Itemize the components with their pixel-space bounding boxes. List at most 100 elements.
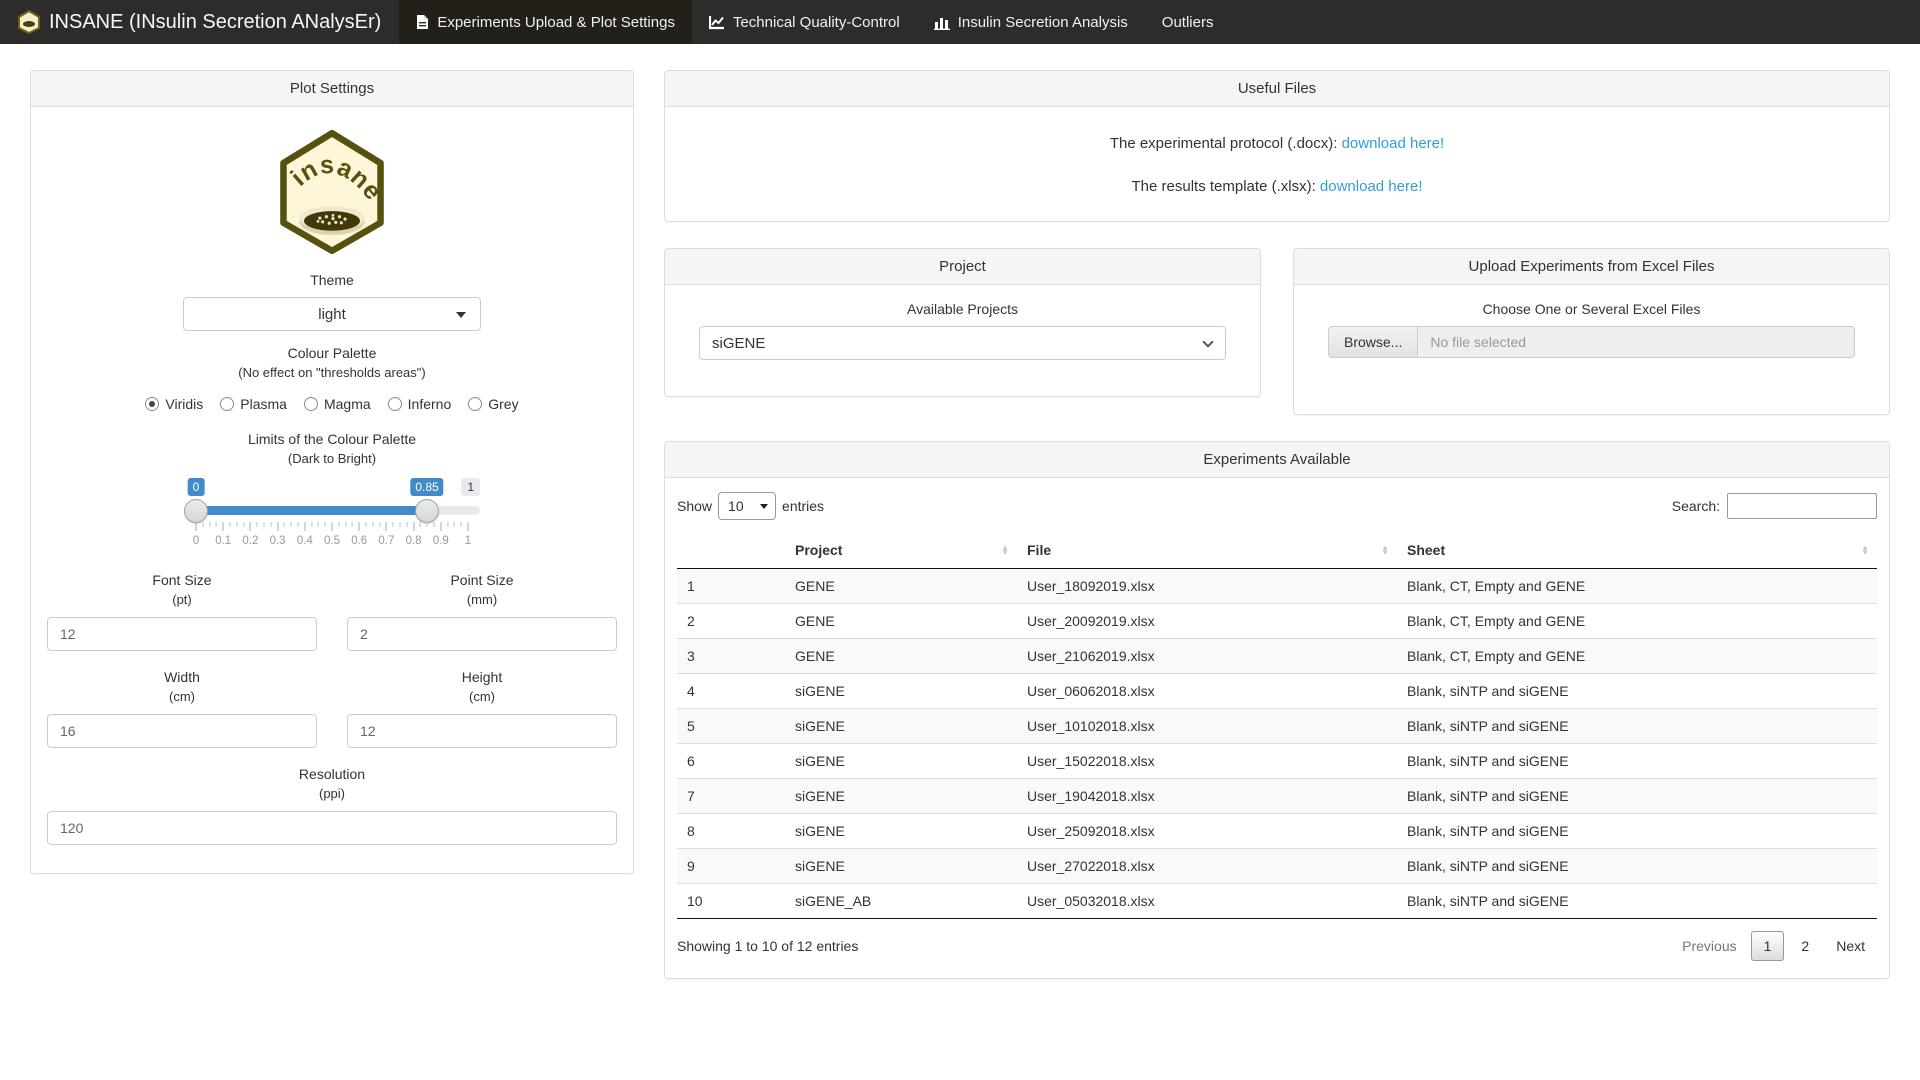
protocol-text: The experimental protocol (.docx): <box>1110 135 1342 152</box>
palette-option-inferno[interactable]: Inferno <box>388 396 452 412</box>
tab-label: Technical Quality-Control <box>733 14 900 31</box>
slider-tick <box>291 522 292 527</box>
insane-logo-icon <box>18 10 40 34</box>
table-cell: siGENE <box>785 814 1017 849</box>
palette-label: Colour Palette <box>47 345 617 361</box>
palette-options: Viridis Plasma Magma Inferno Grey <box>47 396 617 412</box>
previous-page-button[interactable]: Previous <box>1670 932 1748 960</box>
plot-settings-title: Plot Settings <box>31 71 633 107</box>
point-size-input[interactable] <box>347 617 617 651</box>
chevron-down-icon <box>456 312 466 318</box>
table-cell: User_06062018.xlsx <box>1017 674 1397 709</box>
limits-sublabel: (Dark to Bright) <box>47 451 617 466</box>
insane-hex-logo: insane <box>47 129 617 258</box>
slider-tick-label: 0.6 <box>351 535 367 547</box>
choose-files-label: Choose One or Several Excel Files <box>1328 301 1855 317</box>
column-header-index <box>677 532 785 569</box>
project-panel: Project Available Projects siGENE <box>664 248 1261 397</box>
slider-bar[interactable] <box>196 506 428 515</box>
point-size-label: Point Size <box>347 572 617 588</box>
width-unit: (cm) <box>47 689 317 704</box>
table-cell: 5 <box>677 709 785 744</box>
experiments-panel: Experiments Available Show 10 entries Se… <box>664 441 1890 979</box>
table-row[interactable]: 10siGENE_ABUser_05032018.xlsxBlank, siNT… <box>677 884 1877 919</box>
table-cell: User_15022018.xlsx <box>1017 744 1397 779</box>
column-header-sheet[interactable]: Sheet▲▼ <box>1397 532 1877 569</box>
slider-tick-label: 0.9 <box>433 535 449 547</box>
browse-button[interactable]: Browse... <box>1328 326 1418 358</box>
radio-icon <box>388 397 402 411</box>
slider-tick <box>202 522 203 527</box>
point-size-unit: (mm) <box>347 592 617 607</box>
table-row[interactable]: 2GENEUser_20092019.xlsxBlank, CT, Empty … <box>677 604 1877 639</box>
tab-label: Outliers <box>1162 14 1214 31</box>
table-cell: siGENE_AB <box>785 884 1017 919</box>
table-cell: 2 <box>677 604 785 639</box>
template-download-link[interactable]: download here! <box>1320 178 1423 195</box>
palette-option-viridis[interactable]: Viridis <box>145 396 203 412</box>
font-size-input[interactable] <box>47 617 317 651</box>
table-row[interactable]: 9siGENEUser_27022018.xlsxBlank, siNTP an… <box>677 849 1877 884</box>
radio-label: Grey <box>488 396 518 412</box>
page-button-2[interactable]: 2 <box>1788 931 1822 961</box>
table-row[interactable]: 4siGENEUser_06062018.xlsxBlank, siNTP an… <box>677 674 1877 709</box>
column-label: File <box>1027 542 1051 558</box>
height-input[interactable] <box>347 714 617 748</box>
slider-tick <box>393 522 394 527</box>
table-row[interactable]: 1GENEUser_18092019.xlsxBlank, CT, Empty … <box>677 569 1877 604</box>
table-row[interactable]: 5siGENEUser_10102018.xlsxBlank, siNTP an… <box>677 709 1877 744</box>
table-row[interactable]: 6siGENEUser_15022018.xlsxBlank, siNTP an… <box>677 744 1877 779</box>
template-text: The results template (.xlsx): <box>1132 178 1320 195</box>
exp-table-body: 1GENEUser_18092019.xlsxBlank, CT, Empty … <box>677 569 1877 919</box>
tab-insulin-secretion-analysis[interactable]: Insulin Secretion Analysis <box>917 0 1145 44</box>
slider-tick-label: 0.4 <box>297 535 313 547</box>
table-cell: User_27022018.xlsx <box>1017 849 1397 884</box>
slider-tick <box>230 522 231 527</box>
tab-outliers[interactable]: Outliers <box>1145 0 1231 44</box>
page-length-select[interactable]: 10 <box>718 492 776 520</box>
table-row[interactable]: 8siGENEUser_25092018.xlsxBlank, siNTP an… <box>677 814 1877 849</box>
table-cell: User_05032018.xlsx <box>1017 884 1397 919</box>
font-size-label: Font Size <box>47 572 317 588</box>
radio-label: Viridis <box>165 396 203 412</box>
resolution-input[interactable] <box>47 811 617 845</box>
column-header-file[interactable]: File▲▼ <box>1017 532 1397 569</box>
table-cell: User_18092019.xlsx <box>1017 569 1397 604</box>
theme-label: Theme <box>47 272 617 288</box>
table-cell: GENE <box>785 604 1017 639</box>
next-page-button[interactable]: Next <box>1824 932 1877 960</box>
search-input[interactable] <box>1727 493 1877 519</box>
theme-select[interactable]: light <box>183 297 481 331</box>
width-input[interactable] <box>47 714 317 748</box>
project-select[interactable]: siGENE <box>699 326 1226 360</box>
palette-option-magma[interactable]: Magma <box>304 396 371 412</box>
table-row[interactable]: 3GENEUser_21062019.xlsxBlank, CT, Empty … <box>677 639 1877 674</box>
table-cell: User_20092019.xlsx <box>1017 604 1397 639</box>
table-row[interactable]: 7siGENEUser_19042018.xlsxBlank, siNTP an… <box>677 779 1877 814</box>
table-cell: User_25092018.xlsx <box>1017 814 1397 849</box>
slider-tick <box>209 522 210 527</box>
slider-tick <box>216 522 217 527</box>
table-cell: GENE <box>785 639 1017 674</box>
slider-tick <box>413 522 414 531</box>
table-cell: 9 <box>677 849 785 884</box>
width-label: Width <box>47 669 317 685</box>
palette-option-grey[interactable]: Grey <box>468 396 518 412</box>
pagination: Previous 12 Next <box>1670 932 1877 960</box>
chevron-down-icon <box>760 504 768 509</box>
column-header-project[interactable]: Project▲▼ <box>785 532 1017 569</box>
palette-option-plasma[interactable]: Plasma <box>220 396 287 412</box>
slider-handle-from[interactable] <box>184 499 208 523</box>
page-button-1[interactable]: 1 <box>1751 931 1785 961</box>
slider-tick <box>325 522 326 527</box>
radio-icon <box>468 397 482 411</box>
slider-tick-label: 0.3 <box>270 535 286 547</box>
upload-title: Upload Experiments from Excel Files <box>1294 249 1889 285</box>
tab-experiments-upload-plot-settings[interactable]: Experiments Upload & Plot Settings <box>399 0 692 44</box>
slider-handle-to[interactable] <box>415 499 439 523</box>
tab-technical-quality-control[interactable]: Technical Quality-Control <box>692 0 917 44</box>
protocol-download-link[interactable]: download here! <box>1342 135 1445 152</box>
entries-label: entries <box>782 498 824 514</box>
page-length-value: 10 <box>728 498 744 514</box>
table-cell: 8 <box>677 814 785 849</box>
